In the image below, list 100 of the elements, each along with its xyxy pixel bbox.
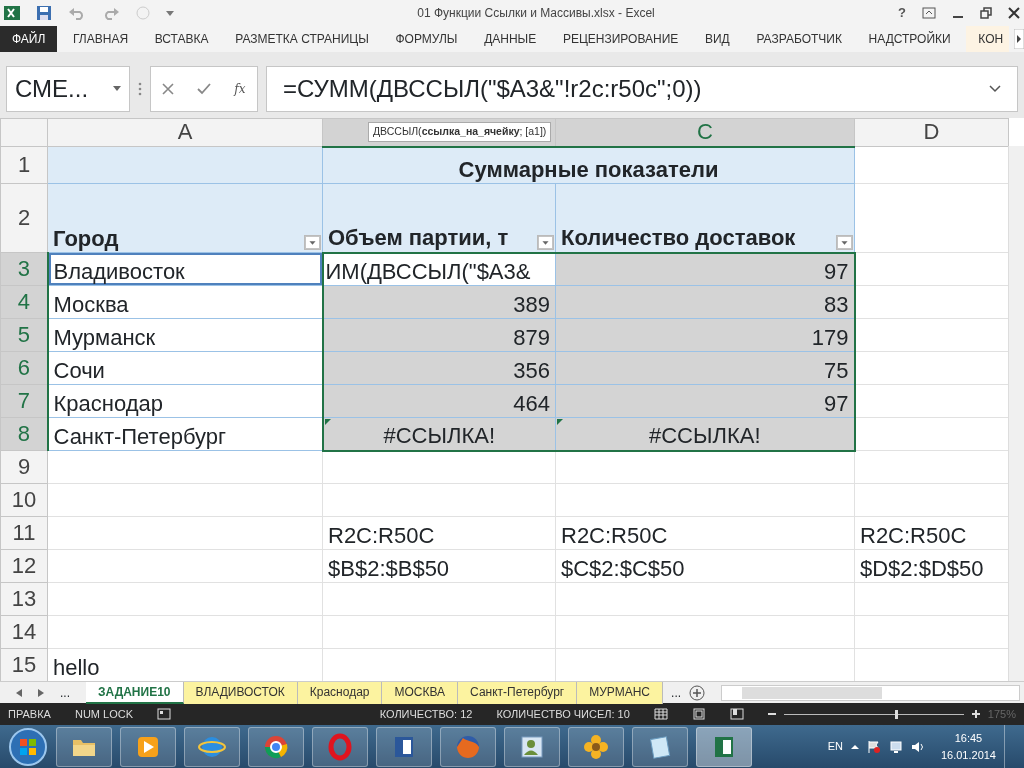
start-button[interactable] [8,726,48,767]
name-box[interactable]: СМЕ... [6,66,130,112]
check-icon[interactable] [197,83,212,95]
row-header[interactable]: 5 [0,318,48,352]
formula-field[interactable]: =СУММ(ДВССЫЛ("$A3&"!r2c:r50c";0)) [266,66,1018,112]
ribbon-tab[interactable]: РАЗРАБОТЧИК [745,26,853,52]
table-cell[interactable]: R2C:R50C [555,516,855,550]
zoom-out-icon[interactable] [767,710,776,718]
row-header[interactable]: 3 [0,252,48,286]
scroll-left-icon[interactable] [16,688,22,697]
table-cell[interactable]: 97 [555,384,855,418]
table-cell[interactable]: $C$2:$C$50 [555,549,855,583]
restore-icon[interactable] [980,7,992,19]
table-cell[interactable]: #ССЫЛКА! [555,417,855,451]
ribbon-tab[interactable]: НАДСТРОЙКИ [857,26,962,52]
table-cell[interactable]: 356 [322,351,556,385]
taskbar-button[interactable] [504,726,560,767]
zoom-in-icon[interactable] [971,710,980,718]
ribbon-tab[interactable]: ГЛАВНАЯ [62,26,140,52]
sheet-tab[interactable]: Краснодар [297,681,383,704]
column-header[interactable]: D [854,118,1009,147]
macro-record-icon[interactable] [157,708,171,720]
taskbar-button[interactable] [376,726,432,767]
table-cell[interactable]: 97 [555,252,855,286]
table-cell[interactable]: $B$2:$B$50 [322,549,556,583]
table-cell[interactable]: 83 [555,285,855,319]
clock[interactable]: 16:45 16.01.2014 [940,730,996,763]
taskbar-button[interactable] [696,726,752,767]
column-header[interactable]: C [555,118,855,147]
row-header[interactable]: 9 [0,450,48,484]
sheet-tab[interactable]: Санкт-Петербург [458,681,578,704]
insert-function-button[interactable]: fx [234,80,246,98]
page-break-icon[interactable] [729,708,744,720]
sheet-tab[interactable]: ВЛАДИВОСТОК [183,681,298,704]
table-cell[interactable]: 879 [322,318,556,352]
table-cell[interactable]: Город [47,183,323,253]
row-header[interactable]: 13 [0,582,48,616]
filter-dropdown-button[interactable] [304,235,321,250]
row-header[interactable]: 1 [0,146,48,184]
table-cell[interactable]: 389 [322,285,556,319]
cancel-icon[interactable] [162,83,175,95]
taskbar-button[interactable] [184,726,240,767]
ribbon-options-icon[interactable] [922,7,936,19]
page-layout-icon[interactable] [691,708,706,720]
row-header[interactable]: 6 [0,351,48,385]
add-sheet-icon[interactable] [689,684,706,701]
chevron-up-icon[interactable] [850,743,859,750]
caret-icon[interactable] [166,9,174,17]
more-sheets-button[interactable]: ... [663,683,690,702]
row-header[interactable]: 2 [0,183,48,253]
save-icon[interactable] [36,5,52,21]
help-button[interactable]: ? [898,3,906,23]
row-header[interactable]: 12 [0,549,48,583]
vertical-scrollbar[interactable] [1008,146,1024,681]
chevron-down-icon[interactable] [989,85,1001,93]
column-header[interactable]: A [47,118,323,147]
ribbon-tab[interactable]: КОН [966,26,1010,52]
ribbon-tab[interactable]: ВИД [693,26,741,52]
filter-dropdown-button[interactable] [836,234,853,250]
taskbar-button[interactable] [56,726,112,767]
ribbon-tab[interactable]: РАЗМЕТКА СТРАНИЦЫ [224,26,380,52]
sheet-tab[interactable]: МОСКВА [382,681,459,704]
scroll-right-icon[interactable] [1013,29,1024,49]
taskbar-button[interactable] [120,726,176,767]
scroll-right-icon[interactable] [38,688,44,697]
table-cell[interactable]: Объем партии, т [322,183,556,253]
row-header[interactable]: 4 [0,285,48,319]
table-cell[interactable]: 75 [555,351,855,385]
active-cell[interactable]: ИМ(ДВССЫЛ("$A3& [322,252,556,286]
table-cell[interactable]: 464 [322,384,556,418]
row-header[interactable]: 15 [0,648,48,681]
table-cell[interactable]: Количество доставок [555,183,855,253]
row-header[interactable]: 14 [0,615,48,649]
network-icon[interactable] [888,739,903,754]
table-cell[interactable]: R2C:R50C [322,516,556,550]
zoom-slider-thumb[interactable] [895,709,899,719]
ribbon-tab[interactable]: ФАЙЛ [0,26,58,52]
ribbon-tab[interactable]: РЕЦЕНЗИРОВАНИЕ [551,26,690,52]
language-indicator[interactable]: EN [827,738,843,755]
table-cell[interactable]: 179 [555,318,855,352]
excel-icon[interactable] [4,5,20,21]
ribbon-tab[interactable]: ВСТАВКА [143,26,220,52]
row-header[interactable]: 8 [0,417,48,451]
taskbar-button[interactable] [568,726,624,767]
table-cell[interactable]: #ССЫЛКА! [322,417,556,451]
ribbon-tab[interactable]: ФОРМУЛЫ [384,26,469,52]
ribbon-tab[interactable]: ДАННЫЕ [473,26,548,52]
normal-view-icon[interactable] [653,708,668,720]
filter-dropdown-button[interactable] [537,234,554,250]
taskbar-button[interactable] [248,726,304,767]
horizontal-scrollbar[interactable] [721,684,1020,701]
more-sheets-button[interactable]: ... [60,683,70,702]
table-cell[interactable]: Суммарные показатели [322,146,855,184]
flag-icon[interactable] [866,739,881,754]
row-header[interactable]: 10 [0,483,48,517]
caret-icon[interactable] [113,86,121,92]
row-header[interactable]: 11 [0,516,48,550]
taskbar-button[interactable] [632,726,688,767]
grip-icon[interactable] [138,82,142,96]
table-cell[interactable]: Владивосток [47,252,323,286]
